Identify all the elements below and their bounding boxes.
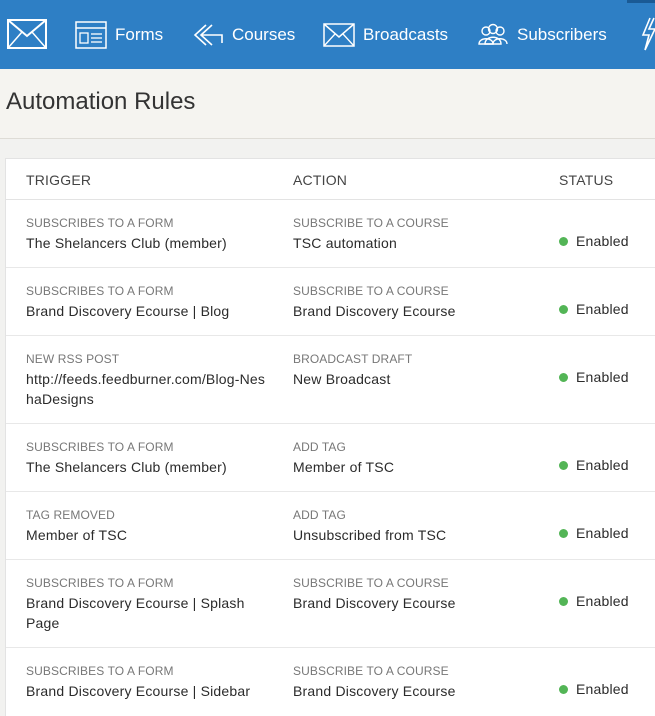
courses-icon bbox=[193, 23, 223, 46]
trigger-cell: SUBSCRIBES TO A FORM The Shelancers Club… bbox=[26, 216, 276, 253]
status-dot-icon bbox=[559, 304, 568, 314]
trigger-value: http://feeds.feedburner.com/Blog-NeshaDe… bbox=[26, 371, 266, 407]
action-cell: ADD TAG Member of TSC bbox=[293, 440, 543, 477]
nav-courses[interactable]: Courses bbox=[192, 0, 295, 69]
nav-broadcasts-label: Broadcasts bbox=[363, 24, 449, 44]
action-type: ADD TAG bbox=[293, 440, 346, 454]
status-column-header: STATUS bbox=[559, 172, 614, 188]
status-label: Enabled bbox=[576, 233, 629, 249]
action-type: SUBSCRIBE TO A COURSE bbox=[293, 576, 449, 590]
action-value: Member of TSC bbox=[293, 459, 395, 475]
automations-bolt-icon[interactable] bbox=[640, 17, 655, 51]
status-dot-icon bbox=[559, 460, 568, 470]
status-cell: Enabled bbox=[559, 233, 629, 249]
status-label: Enabled bbox=[576, 593, 629, 609]
table-row[interactable]: TAG REMOVED Member of TSC ADD TAG Unsubs… bbox=[6, 492, 655, 560]
status-label: Enabled bbox=[576, 681, 629, 697]
status-dot-icon bbox=[559, 596, 568, 606]
trigger-value: Brand Discovery Ecourse | Splash Page bbox=[26, 595, 245, 631]
action-type: SUBSCRIBE TO A COURSE bbox=[293, 284, 449, 298]
trigger-type: TAG REMOVED bbox=[26, 508, 115, 522]
trigger-cell: SUBSCRIBES TO A FORM Brand Discovery Eco… bbox=[26, 576, 266, 633]
table-row[interactable]: SUBSCRIBES TO A FORM The Shelancers Club… bbox=[6, 200, 655, 268]
table-row[interactable]: NEW RSS POST http://feeds.feedburner.com… bbox=[6, 336, 655, 424]
status-dot-icon bbox=[559, 372, 568, 382]
action-column-header: ACTION bbox=[293, 172, 348, 188]
action-cell: SUBSCRIBE TO A COURSE Brand Discovery Ec… bbox=[293, 664, 543, 701]
table-row[interactable]: SUBSCRIBES TO A FORM The Shelancers Club… bbox=[6, 424, 655, 492]
nav-forms[interactable]: Forms bbox=[75, 0, 163, 69]
trigger-cell: SUBSCRIBES TO A FORM Brand Discovery Eco… bbox=[26, 664, 276, 701]
trigger-value: Brand Discovery Ecourse | Sidebar bbox=[26, 683, 251, 699]
status-cell: Enabled bbox=[559, 301, 629, 317]
action-value: Unsubscribed from TSC bbox=[293, 527, 447, 543]
subscribers-icon bbox=[478, 23, 508, 45]
table-header: TRIGGER ACTION STATUS bbox=[6, 159, 655, 200]
action-value: TSC automation bbox=[293, 235, 397, 251]
action-cell: SUBSCRIBE TO A COURSE TSC automation bbox=[293, 216, 543, 253]
trigger-type: SUBSCRIBES TO A FORM bbox=[26, 284, 174, 298]
status-cell: Enabled bbox=[559, 681, 629, 697]
trigger-cell: NEW RSS POST http://feeds.feedburner.com… bbox=[26, 352, 266, 409]
broadcasts-icon bbox=[323, 22, 355, 47]
action-cell: SUBSCRIBE TO A COURSE Brand Discovery Ec… bbox=[293, 284, 543, 321]
action-type: SUBSCRIBE TO A COURSE bbox=[293, 216, 449, 230]
action-value: New Broadcast bbox=[293, 371, 391, 387]
trigger-value: The Shelancers Club (member) bbox=[26, 459, 227, 475]
nav-subscribers[interactable]: Subscribers bbox=[477, 0, 607, 69]
nav-forms-label: Forms bbox=[115, 24, 164, 44]
nav-subscribers-label: Subscribers bbox=[517, 24, 607, 44]
trigger-cell: SUBSCRIBES TO A FORM Brand Discovery Eco… bbox=[26, 284, 276, 321]
status-label: Enabled bbox=[576, 369, 629, 385]
status-cell: Enabled bbox=[559, 457, 629, 473]
table-row[interactable]: SUBSCRIBES TO A FORM Brand Discovery Eco… bbox=[6, 648, 655, 716]
rules-table: TRIGGER ACTION STATUS SUBSCRIBES TO A FO… bbox=[5, 158, 655, 716]
nav-edge-line bbox=[627, 0, 655, 3]
action-cell: SUBSCRIBE TO A COURSE Brand Discovery Ec… bbox=[293, 576, 543, 613]
table-row[interactable]: SUBSCRIBES TO A FORM Brand Discovery Eco… bbox=[6, 560, 655, 648]
nav-broadcasts[interactable]: Broadcasts bbox=[323, 0, 448, 69]
action-type: ADD TAG bbox=[293, 508, 346, 522]
action-value: Brand Discovery Ecourse bbox=[293, 683, 456, 699]
status-cell: Enabled bbox=[559, 369, 629, 385]
action-value: Brand Discovery Ecourse bbox=[293, 595, 456, 611]
nav-courses-label: Courses bbox=[232, 24, 296, 44]
trigger-value: The Shelancers Club (member) bbox=[26, 235, 227, 251]
trigger-cell: SUBSCRIBES TO A FORM The Shelancers Club… bbox=[26, 440, 276, 477]
trigger-type: SUBSCRIBES TO A FORM bbox=[26, 440, 174, 454]
forms-icon bbox=[75, 20, 107, 49]
trigger-column-header: TRIGGER bbox=[26, 172, 92, 188]
trigger-value: Brand Discovery Ecourse | Blog bbox=[26, 303, 230, 319]
table-row[interactable]: SUBSCRIBES TO A FORM Brand Discovery Eco… bbox=[6, 268, 655, 336]
status-dot-icon bbox=[559, 528, 568, 538]
status-cell: Enabled bbox=[559, 593, 629, 609]
trigger-value: Member of TSC bbox=[26, 527, 128, 543]
status-label: Enabled bbox=[576, 457, 629, 473]
action-cell: ADD TAG Unsubscribed from TSC bbox=[293, 508, 543, 545]
action-type: SUBSCRIBE TO A COURSE bbox=[293, 664, 449, 678]
status-dot-icon bbox=[559, 236, 568, 246]
action-value: Brand Discovery Ecourse bbox=[293, 303, 456, 319]
page-title: Automation Rules bbox=[6, 88, 196, 115]
mail-logo-icon[interactable] bbox=[7, 19, 47, 49]
trigger-type: SUBSCRIBES TO A FORM bbox=[26, 216, 174, 230]
trigger-cell: TAG REMOVED Member of TSC bbox=[26, 508, 276, 545]
action-cell: BROADCAST DRAFT New Broadcast bbox=[293, 352, 543, 389]
status-cell: Enabled bbox=[559, 525, 629, 541]
action-type: BROADCAST DRAFT bbox=[293, 352, 413, 366]
status-dot-icon bbox=[559, 684, 568, 694]
status-label: Enabled bbox=[576, 301, 629, 317]
trigger-type: SUBSCRIBES TO A FORM bbox=[26, 664, 174, 678]
status-label: Enabled bbox=[576, 525, 629, 541]
trigger-type: SUBSCRIBES TO A FORM bbox=[26, 576, 174, 590]
trigger-type: NEW RSS POST bbox=[26, 352, 120, 366]
top-nav: Forms Courses Broadcasts Subscribers bbox=[0, 0, 655, 69]
